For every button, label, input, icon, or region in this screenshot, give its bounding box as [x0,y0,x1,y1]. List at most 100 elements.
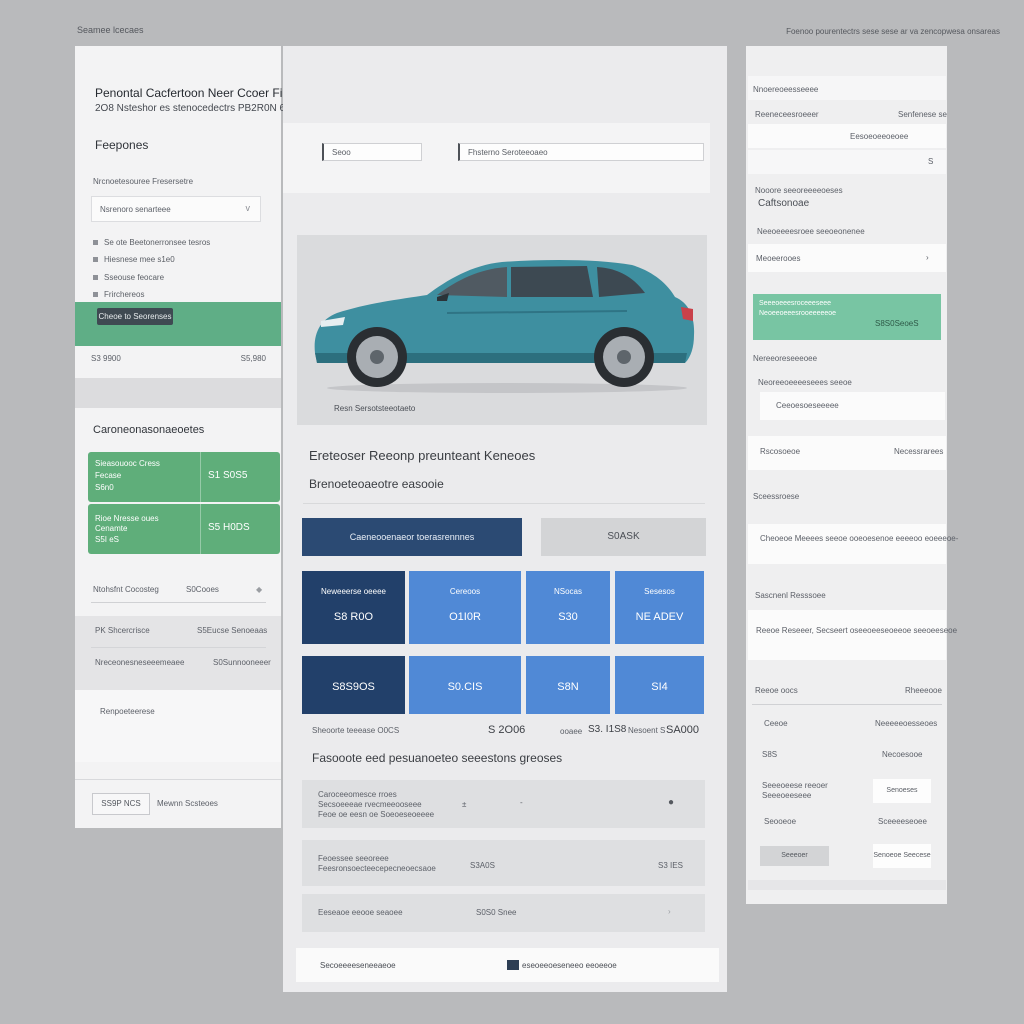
detail-heading: Sascnenl Resssoee [755,591,826,600]
detail-row: S [748,150,946,174]
details-panel [746,46,947,904]
notes-block [75,690,281,762]
divider [91,647,266,648]
detail-row: Nnoereoeesseeee [748,76,946,100]
comparison-heading: Caroneonasonaeoetes [93,424,205,436]
section-separator [75,378,281,408]
row-value: S0Cooes [186,585,219,594]
car-illustration [314,260,695,393]
detail-value: Sceeeeseoee [878,817,927,826]
comparison-card[interactable]: Rioe Nresse oues Cenamte S5I eS S5 H0DS [88,504,280,554]
price-min: S3 9900 [91,354,121,363]
car-caption: Resn Sersotsteeotaeto [334,404,416,413]
listing-title: Ereteoser Reeonp preunteant Keneoes [309,448,536,463]
price-tile[interactable]: S0.CIS [409,656,521,714]
detail-heading: Sceessroese [753,492,800,501]
submit-button[interactable]: Seeeoer [760,846,829,866]
dot-icon: ● [668,797,675,808]
comparison-card[interactable]: Sieasouooc Cress Fecase S6n0 S1 S0S5 [88,452,280,502]
detail-row: Rscosoeoe Necessrarees [748,436,946,470]
select-row[interactable]: Ceeoesoeseeeee [760,392,945,420]
detail-heading: Nooore seeoreeeeoeses [755,186,843,195]
divider [303,503,705,504]
dropdown-row[interactable]: Meoeerooes › [748,244,946,272]
list-item[interactable]: Eeseaoe eeooe seaoee S0S0 Snee › [302,894,705,932]
breadcrumb: Foenoo pourentectrs sese sese ar va zenc… [786,27,1000,36]
divider [752,704,942,705]
detail-row: Reeoe Reseeer, Secseert oseeoeeseoeeoe s… [748,610,957,660]
detail-heading-value: Rheeeooe [905,686,942,695]
price-tile[interactable]: Cereoos O1I0R [409,571,521,644]
square-icon [507,960,519,970]
checkbox-icon [93,292,98,298]
divider [200,452,201,502]
secondary-action-button[interactable]: S0ASK [541,518,706,556]
listing-subtitle: Brenoeteoaeotre easooie [309,477,444,491]
primary-action-button[interactable]: Caeneooenaeor toerasrennnes [302,518,522,556]
checkbox-icon [93,240,98,246]
list-item[interactable]: Caroceeomesce rroes Secsoeeeae rvecmeeoo… [302,780,705,828]
detail-value: Necoesooe [882,750,923,759]
filter-checkbox[interactable]: Frirchereos [93,290,144,299]
summary-row-value: S5Eucse Senoeaas [197,626,268,635]
detail-row: Cheoeoe Meeees seeoe ooeoesenoe eeeeoo e… [748,524,958,564]
detail-value: Senfenese se [898,110,947,119]
filter-checkbox[interactable]: Hiesnese mee s1e0 [93,255,175,264]
detail-row: Eesoeoeeoeoee [748,124,946,148]
checkbox-icon [93,275,98,281]
detail-value: Neeeeeoesseoes [875,719,938,728]
footer-label: Mewnn Scsteoes [157,799,218,808]
price-tile[interactable]: SI4 [615,656,704,714]
detail-text: Neoreeoeeeeseees seeoe [758,378,852,387]
price-tile[interactable]: Neweeerse oeeee S8 R0O [302,571,405,644]
summary-row-label: Nreceonesneseeemeaee [95,658,185,667]
panel-footer [748,880,946,890]
summary-row-value: S0Sunnooneeer [213,658,271,667]
checkbox-icon [93,257,98,263]
car-image [297,235,707,425]
detail-action-button[interactable]: Senoeses [873,779,931,803]
reset-button[interactable]: SS9P NCS [92,793,150,815]
features-heading: Fasooote eed pesuanoeteo seeestons greos… [312,751,563,765]
price-tile[interactable]: S8N [526,656,610,714]
filter-select[interactable]: Nsrenoro senarteee v [91,196,261,222]
row-label: Ntohsfnt Cocosteg [93,585,159,594]
chevron-down-icon: v [245,203,251,213]
filters-heading: Feepones [95,138,149,152]
detail-label: Reeneceesroeeer [755,110,819,119]
detail-label: Seooeoe [764,817,797,826]
apply-filters-button[interactable]: Cheoe to Seorenses [97,308,173,325]
chevron-right-icon: › [668,907,671,916]
location-input[interactable]: Fhsterno Seroteeoaeo [458,143,704,161]
price-max: S5,980 [240,354,266,363]
detail-label: S8S [762,750,778,759]
search-input[interactable]: Seoo [322,143,422,161]
highlight-card[interactable]: Seeeoeeesroceeeseee Neoeeoeeesrooeeeeeoe… [753,294,941,340]
chevron-right-icon: › [926,253,929,262]
window-label: Seamee lcecaes [77,25,144,35]
list-item[interactable]: Feoessee seeoreee Feesronsoecteecepecneo… [302,840,705,886]
price-tile[interactable]: S8S9OS [302,656,405,714]
card-price: S5 H0DS [208,522,250,533]
detail-heading: Nereeoreseeeoee [753,354,818,363]
detail-heading: Reeoe oocs [755,686,798,695]
secondary-button[interactable]: Senoeoe Seecese [873,844,931,868]
detail-label: Seeeoeese reeoer [762,781,828,790]
filter-checkbox[interactable]: Sseouse feocare [93,273,164,282]
summary-row-label: PK Shcercrisce [95,626,150,635]
filter-select-value: Nsrenoro senarteee [100,205,171,214]
price-tile[interactable]: Sesesos NE ADEV [615,571,704,644]
detail-label: Seeeoeeseee [762,791,812,800]
price-tile[interactable]: NSocas S30 [526,571,610,644]
filter-label: Nrcnoetesouree Fresersetre [93,177,194,186]
content-footer: Secoeeeeseneeaeoe eseoeeoeseneeo eeoeeoe [296,948,719,982]
info-icon: ◆ [256,585,263,594]
card-price: S1 S0S5 [208,470,248,481]
page-subtitle: 2O8 Nsteshor es stenocedectrs PB2R0N 6S0… [95,103,303,114]
detail-label: Ceeoe [764,719,788,728]
detail-text: Neeoeeeesroee seeoeonenee [757,227,865,236]
detail-title: Caftsonoae [758,198,810,209]
notes-text: Renpoeteerese [100,707,155,716]
filter-checkbox[interactable]: Se ote Beetonerronsee tesros [93,238,210,247]
price-range: S3 9900 S5,980 [91,354,266,363]
